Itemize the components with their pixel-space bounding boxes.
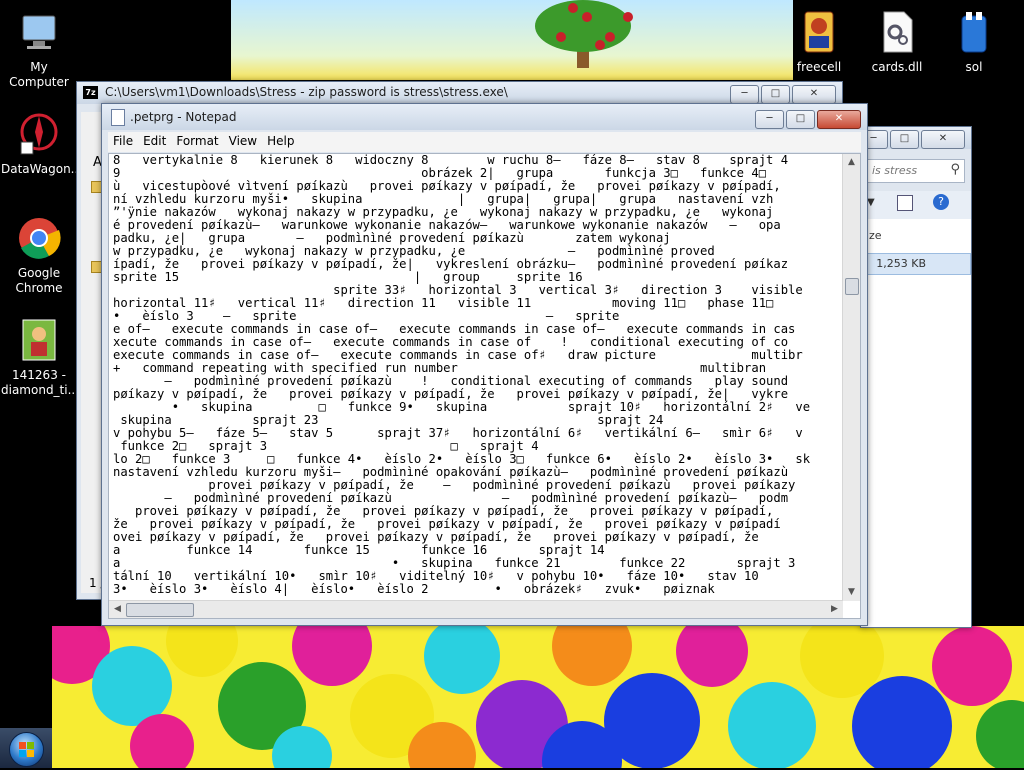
window-controls: ─ □ ✕ — [730, 85, 836, 104]
toolbar-row: ▼ ? — [861, 191, 971, 219]
window-controls: ─ □ ✕ — [859, 130, 965, 149]
dropdown-arrow-icon[interactable]: ▼ — [867, 197, 875, 208]
image-file-icon — [22, 319, 56, 361]
menu-help[interactable]: Help — [262, 132, 299, 152]
maximize-button[interactable]: □ — [761, 85, 790, 104]
explorer-titlebar[interactable]: ─ □ ✕ — [859, 127, 971, 149]
size-cell-selected[interactable]: 1,253 KB — [861, 253, 971, 275]
scroll-right-arrow-icon[interactable]: ▶ — [826, 601, 843, 618]
dll-file-icon — [883, 11, 913, 53]
help-icon[interactable]: ? — [933, 194, 949, 210]
file-size-value: 1,253 KB — [876, 257, 926, 270]
desktop-icon-freecell[interactable]: freecell — [781, 10, 857, 75]
search-icon[interactable]: ⚲ — [950, 162, 960, 177]
window-controls: ─ □ ✕ — [755, 110, 861, 129]
taskbar-start-area — [0, 728, 52, 768]
search-box[interactable]: is stress ⚲ — [865, 159, 965, 183]
close-button[interactable]: ✕ — [817, 110, 861, 129]
notepad-window-title: .petprg - Notepad — [130, 110, 237, 124]
computer-icon — [22, 15, 56, 49]
desktop-icon-label: freecell — [796, 60, 842, 74]
explorer-window-right[interactable]: ─ □ ✕ is stress ⚲ ▼ ? ze 1,253 KB — [859, 126, 972, 628]
wallpaper-bottom — [52, 626, 1024, 768]
horizontal-scroll-thumb[interactable] — [126, 603, 194, 617]
scroll-left-arrow-icon[interactable]: ◀ — [109, 601, 126, 618]
desktop-icon-datawagon[interactable]: DataWagon... — [1, 112, 83, 177]
desktop-icon-diamond-image[interactable]: 141263 - diamond_ti... — [1, 318, 80, 398]
windows-logo-icon — [19, 742, 34, 757]
scroll-down-arrow-icon[interactable]: ▼ — [843, 584, 860, 601]
tree-illustration — [535, 0, 633, 68]
maximize-button[interactable]: □ — [786, 110, 815, 129]
scroll-up-arrow-icon[interactable]: ▲ — [843, 154, 860, 171]
notepad-titlebar[interactable]: .petprg - Notepad ─ □ ✕ — [102, 104, 867, 130]
menu-bar: File Edit Format View Help — [108, 132, 861, 152]
text-editor[interactable]: 8 vertykalnie 8 kierunek 8 widoczny 8 w … — [108, 153, 861, 619]
desktop-icon-label: cards.dll — [871, 60, 923, 74]
chrome-icon — [19, 218, 61, 259]
editor-text-content[interactable]: 8 vertykalnie 8 kierunek 8 widoczny 8 w … — [113, 154, 838, 600]
desktop-icon-label: 141263 - diamond_ti... — [1, 368, 80, 397]
maximize-button[interactable]: □ — [890, 130, 919, 149]
size-column-header[interactable]: ze — [869, 229, 882, 242]
archive-window-title: C:\Users\vm1\Downloads\Stress - zip pass… — [105, 85, 508, 99]
close-button[interactable]: ✕ — [921, 130, 965, 149]
freecell-icon — [804, 11, 834, 53]
menu-edit[interactable]: Edit — [138, 132, 171, 152]
file-list-area: ze 1,253 KB — [861, 219, 971, 627]
close-button[interactable]: ✕ — [792, 85, 836, 104]
editor-line: 3• èíslo 3• èíslo 4| èíslo• èíslo 2 • ob… — [113, 582, 715, 596]
colorful-blob-pattern — [52, 626, 1024, 768]
notepad-icon — [111, 109, 125, 126]
start-button[interactable] — [9, 732, 44, 767]
search-placeholder: is stress — [872, 164, 918, 177]
notepad-window[interactable]: .petprg - Notepad ─ □ ✕ File Edit Format… — [101, 103, 868, 626]
minimize-button[interactable]: ─ — [730, 85, 759, 104]
preview-pane-icon[interactable] — [897, 195, 913, 211]
wallpaper-top — [231, 0, 793, 80]
solitaire-icon — [961, 12, 987, 53]
desktop-icon-label: sol — [965, 60, 983, 74]
minimize-button[interactable]: ─ — [755, 110, 784, 129]
desktop-icon-cards-dll[interactable]: cards.dll — [859, 10, 935, 75]
horizontal-scrollbar[interactable]: ◀ ▶ — [109, 600, 843, 618]
desktop-icon-label: My Computer — [9, 60, 69, 89]
menu-file[interactable]: File — [108, 132, 138, 152]
archive-titlebar[interactable]: 7z C:\Users\vm1\Downloads\Stress - zip p… — [77, 82, 842, 104]
desktop-icon-sol[interactable]: sol — [936, 10, 1012, 75]
menu-view[interactable]: View — [224, 132, 262, 152]
desktop-icon-my-computer[interactable]: My Computer — [1, 10, 77, 90]
vertical-scrollbar[interactable]: ▲ ▼ — [842, 154, 860, 601]
datawagon-icon — [20, 113, 58, 155]
vertical-scroll-thumb[interactable] — [845, 278, 859, 295]
7zip-icon: 7z — [83, 86, 98, 99]
desktop-icon-google-chrome[interactable]: Google Chrome — [1, 216, 77, 296]
desktop-icon-label: Google Chrome — [15, 266, 63, 295]
menu-format[interactable]: Format — [171, 132, 223, 152]
desktop-icon-label: DataWagon... — [1, 162, 83, 176]
